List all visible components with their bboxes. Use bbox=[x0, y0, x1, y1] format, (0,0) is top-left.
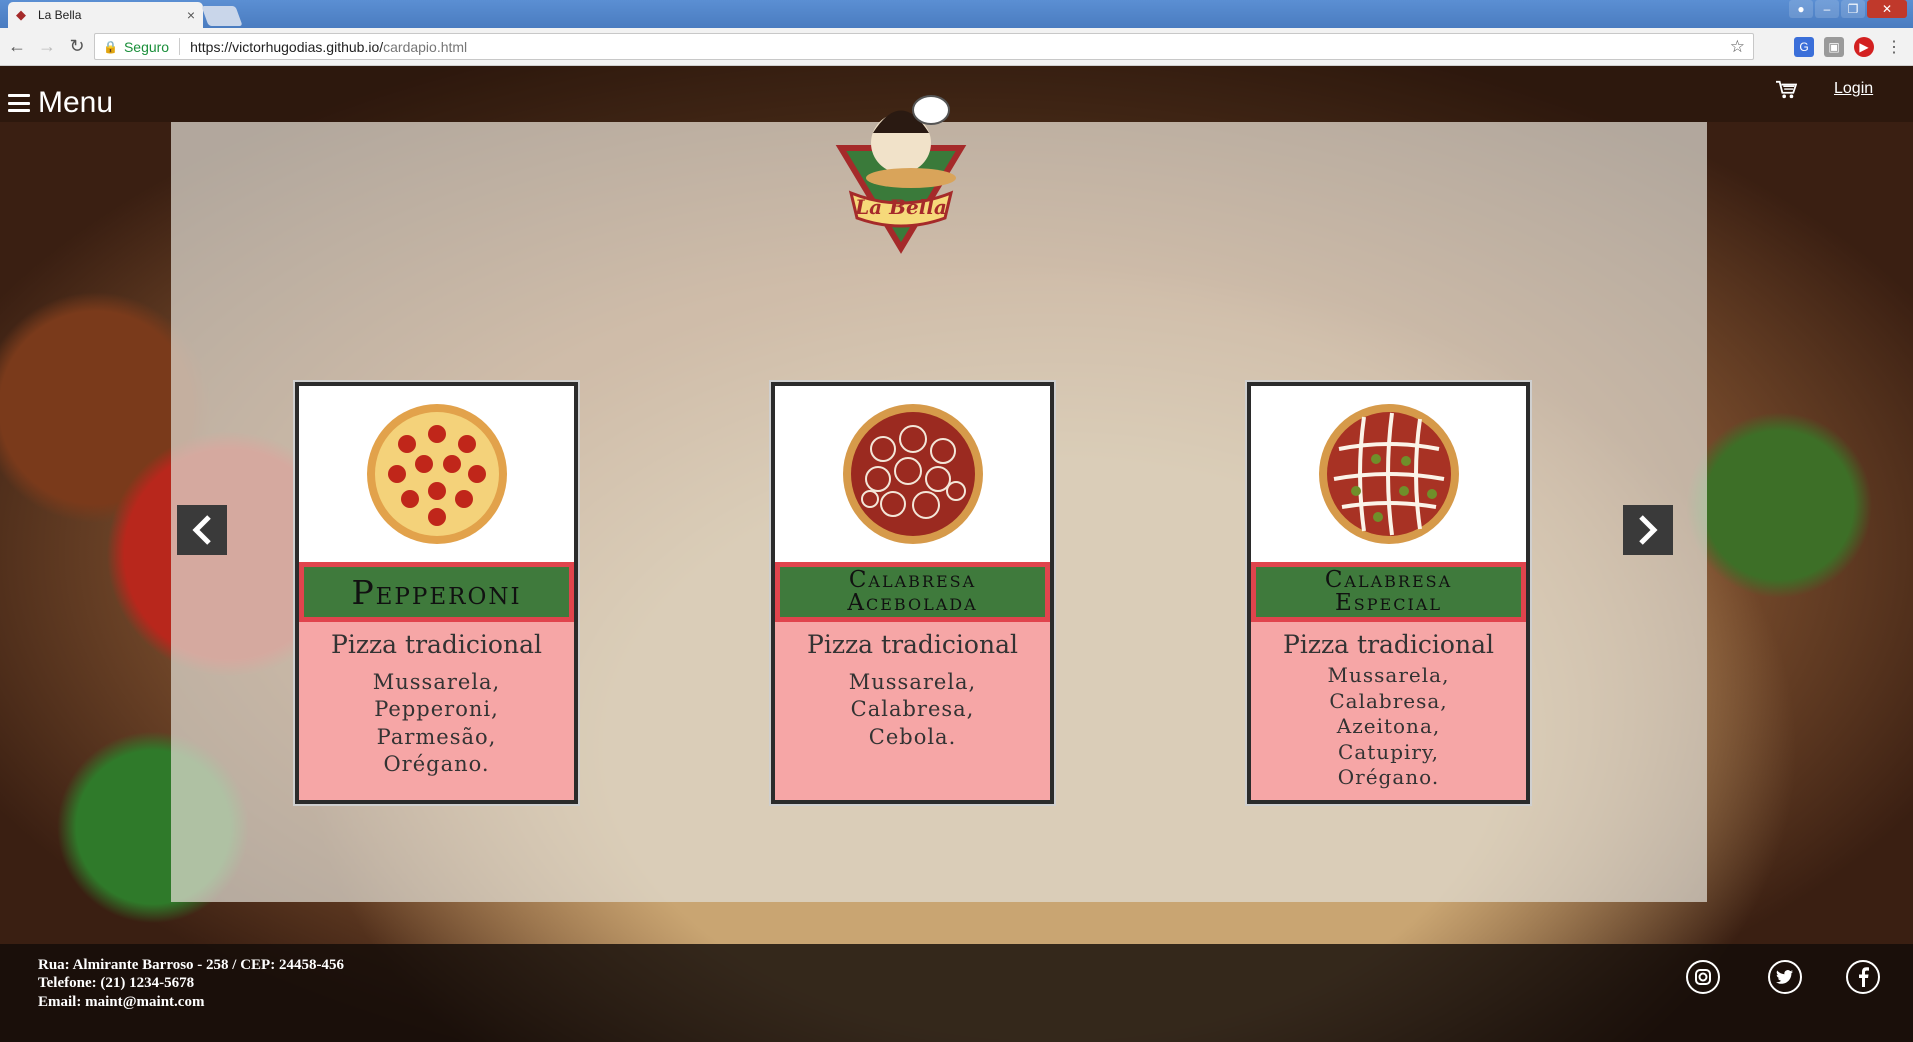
ingredient: Pepperoni, bbox=[374, 697, 499, 722]
address-bar[interactable]: 🔒 Seguro https://victorhugodias.github.i… bbox=[94, 33, 1754, 60]
twitter-icon bbox=[1776, 970, 1793, 984]
pizza-kind: Pizza tradicional bbox=[1283, 630, 1494, 659]
user-icon[interactable]: ● bbox=[1789, 0, 1813, 18]
pizza-card-pepperoni[interactable]: Pepperoni Pizza tradicional Mussarela, P… bbox=[295, 382, 578, 804]
record-extension-icon[interactable]: ▶ bbox=[1854, 37, 1874, 57]
reload-icon[interactable]: ↻ bbox=[64, 36, 90, 57]
pizza-name: Calabresa Especial bbox=[1251, 562, 1526, 622]
chevron-left-icon bbox=[192, 515, 211, 545]
pizza-ingredients: Mussarela, Calabresa, Azeitona, Catupiry… bbox=[1251, 663, 1526, 791]
email-text: Email: maint@maint.com bbox=[38, 993, 205, 1010]
pizza-description: Pizza tradicional Mussarela, Pepperoni, … bbox=[299, 622, 574, 800]
page-background: Menu Login La Bella Pepperoni Pizza trad… bbox=[0, 66, 1913, 1042]
tab-title: La Bella bbox=[38, 8, 82, 22]
ingredient: Catupiry, bbox=[1338, 739, 1439, 764]
ingredient: Azeitona, bbox=[1336, 714, 1441, 739]
pizza-name-line2: Acebolada bbox=[847, 590, 978, 616]
ingredient: Mussarela, bbox=[1327, 663, 1450, 687]
pizza-name-line1: Pepperoni bbox=[351, 572, 522, 612]
tab-close-icon[interactable]: × bbox=[187, 7, 195, 23]
close-window-icon[interactable]: ✕ bbox=[1867, 0, 1907, 18]
translate-extension-icon[interactable]: G bbox=[1794, 37, 1814, 57]
facebook-icon bbox=[1859, 967, 1869, 987]
address-text: Rua: Almirante Barroso - 258 / CEP: 2445… bbox=[38, 957, 344, 973]
carousel-prev-button[interactable] bbox=[177, 505, 227, 555]
bookmark-star-icon[interactable]: ☆ bbox=[1730, 37, 1745, 57]
pizza-image bbox=[1251, 386, 1526, 562]
hamburger-icon bbox=[8, 94, 30, 112]
ingredient: Calabresa, bbox=[1329, 688, 1448, 713]
logo-text: La Bella bbox=[854, 195, 947, 219]
browser-toolbar: ← → ↻ 🔒 Seguro https://victorhugodias.gi… bbox=[0, 28, 1913, 66]
ingredient: Parmesão, bbox=[376, 724, 497, 749]
pizza-ingredients: Mussarela, Pepperoni, Parmesão, Orégano. bbox=[299, 669, 574, 778]
instagram-link[interactable] bbox=[1686, 960, 1720, 994]
browser-menu-icon[interactable]: ⋮ bbox=[1884, 37, 1904, 57]
pizza-description: Pizza tradicional Mussarela, Calabresa, … bbox=[1251, 622, 1526, 800]
pizza-image bbox=[775, 386, 1050, 562]
site-footer: Rua: Almirante Barroso - 258 / CEP: 2445… bbox=[0, 944, 1913, 1042]
ingredient: Cebola. bbox=[868, 724, 957, 749]
secure-label: Seguro bbox=[123, 38, 170, 55]
ingredient: Calabresa, bbox=[850, 697, 975, 722]
pizza-kind: Pizza tradicional bbox=[331, 630, 542, 659]
pizza-description: Pizza tradicional Mussarela, Calabresa, … bbox=[775, 622, 1050, 800]
url-base: https://victorhugodias.github.io/ bbox=[190, 38, 384, 55]
calabresa-acebolada-pizza-icon bbox=[842, 404, 983, 544]
twitter-link[interactable] bbox=[1768, 960, 1802, 994]
pepperoni-pizza-icon bbox=[366, 404, 507, 544]
cart-icon[interactable] bbox=[1775, 80, 1797, 100]
browser-tab-bar: ◆ La Bella × ● – ❐ ✕ bbox=[0, 0, 1913, 28]
url-path: cardapio.html bbox=[383, 38, 468, 55]
pizza-name: Pepperoni bbox=[299, 562, 574, 622]
menu-button[interactable]: Menu bbox=[8, 86, 113, 120]
maximize-icon[interactable]: ❐ bbox=[1841, 0, 1865, 18]
pizza-name-line1: Calabresa bbox=[848, 567, 977, 593]
instagram-icon bbox=[1695, 969, 1711, 985]
lock-icon: 🔒 bbox=[103, 39, 118, 54]
ingredient: Orégano. bbox=[383, 751, 490, 776]
carousel-next-button[interactable] bbox=[1623, 505, 1673, 555]
login-link[interactable]: Login bbox=[1834, 80, 1873, 98]
window-controls: ● – ❐ ✕ bbox=[1789, 0, 1907, 18]
pizza-kind: Pizza tradicional bbox=[807, 630, 1018, 659]
la-bella-logo: La Bella bbox=[835, 95, 967, 254]
extension-icon[interactable]: ▣ bbox=[1824, 37, 1844, 57]
pizza-image bbox=[299, 386, 574, 562]
back-icon[interactable]: ← bbox=[4, 36, 30, 57]
contact-info: Rua: Almirante Barroso - 258 / CEP: 2445… bbox=[38, 956, 344, 1011]
divider bbox=[179, 38, 181, 55]
new-tab-button[interactable] bbox=[201, 6, 243, 26]
pizza-favicon-icon: ◆ bbox=[16, 7, 26, 22]
facebook-link[interactable] bbox=[1846, 960, 1880, 994]
url-text: https://victorhugodias.github.io/cardapi… bbox=[190, 39, 467, 55]
pizza-name-line1: Calabresa bbox=[1324, 567, 1453, 593]
browser-tab[interactable]: ◆ La Bella × bbox=[8, 2, 203, 28]
phone-text: Telefone: (21) 1234-5678 bbox=[38, 975, 195, 992]
menu-panel: La Bella Pepperoni Pizza tradicional Mus… bbox=[171, 95, 1707, 902]
pizza-card-calabresa-acebolada[interactable]: Calabresa Acebolada Pizza tradicional Mu… bbox=[771, 382, 1054, 804]
pizza-ingredients: Mussarela, Calabresa, Cebola. bbox=[775, 669, 1050, 751]
ingredient: Mussarela, bbox=[848, 670, 977, 694]
minimize-icon[interactable]: – bbox=[1815, 0, 1839, 18]
pizza-name-line2: Especial bbox=[1335, 590, 1442, 616]
calabresa-especial-pizza-icon bbox=[1318, 404, 1459, 544]
pizza-card-calabresa-especial[interactable]: Calabresa Especial Pizza tradicional Mus… bbox=[1247, 382, 1530, 804]
pizza-name: Calabresa Acebolada bbox=[775, 562, 1050, 622]
menu-label: Menu bbox=[38, 86, 114, 119]
ingredient: Orégano. bbox=[1337, 765, 1440, 790]
chevron-right-icon bbox=[1639, 515, 1658, 545]
ingredient: Mussarela, bbox=[372, 670, 501, 694]
forward-icon[interactable]: → bbox=[34, 36, 60, 57]
